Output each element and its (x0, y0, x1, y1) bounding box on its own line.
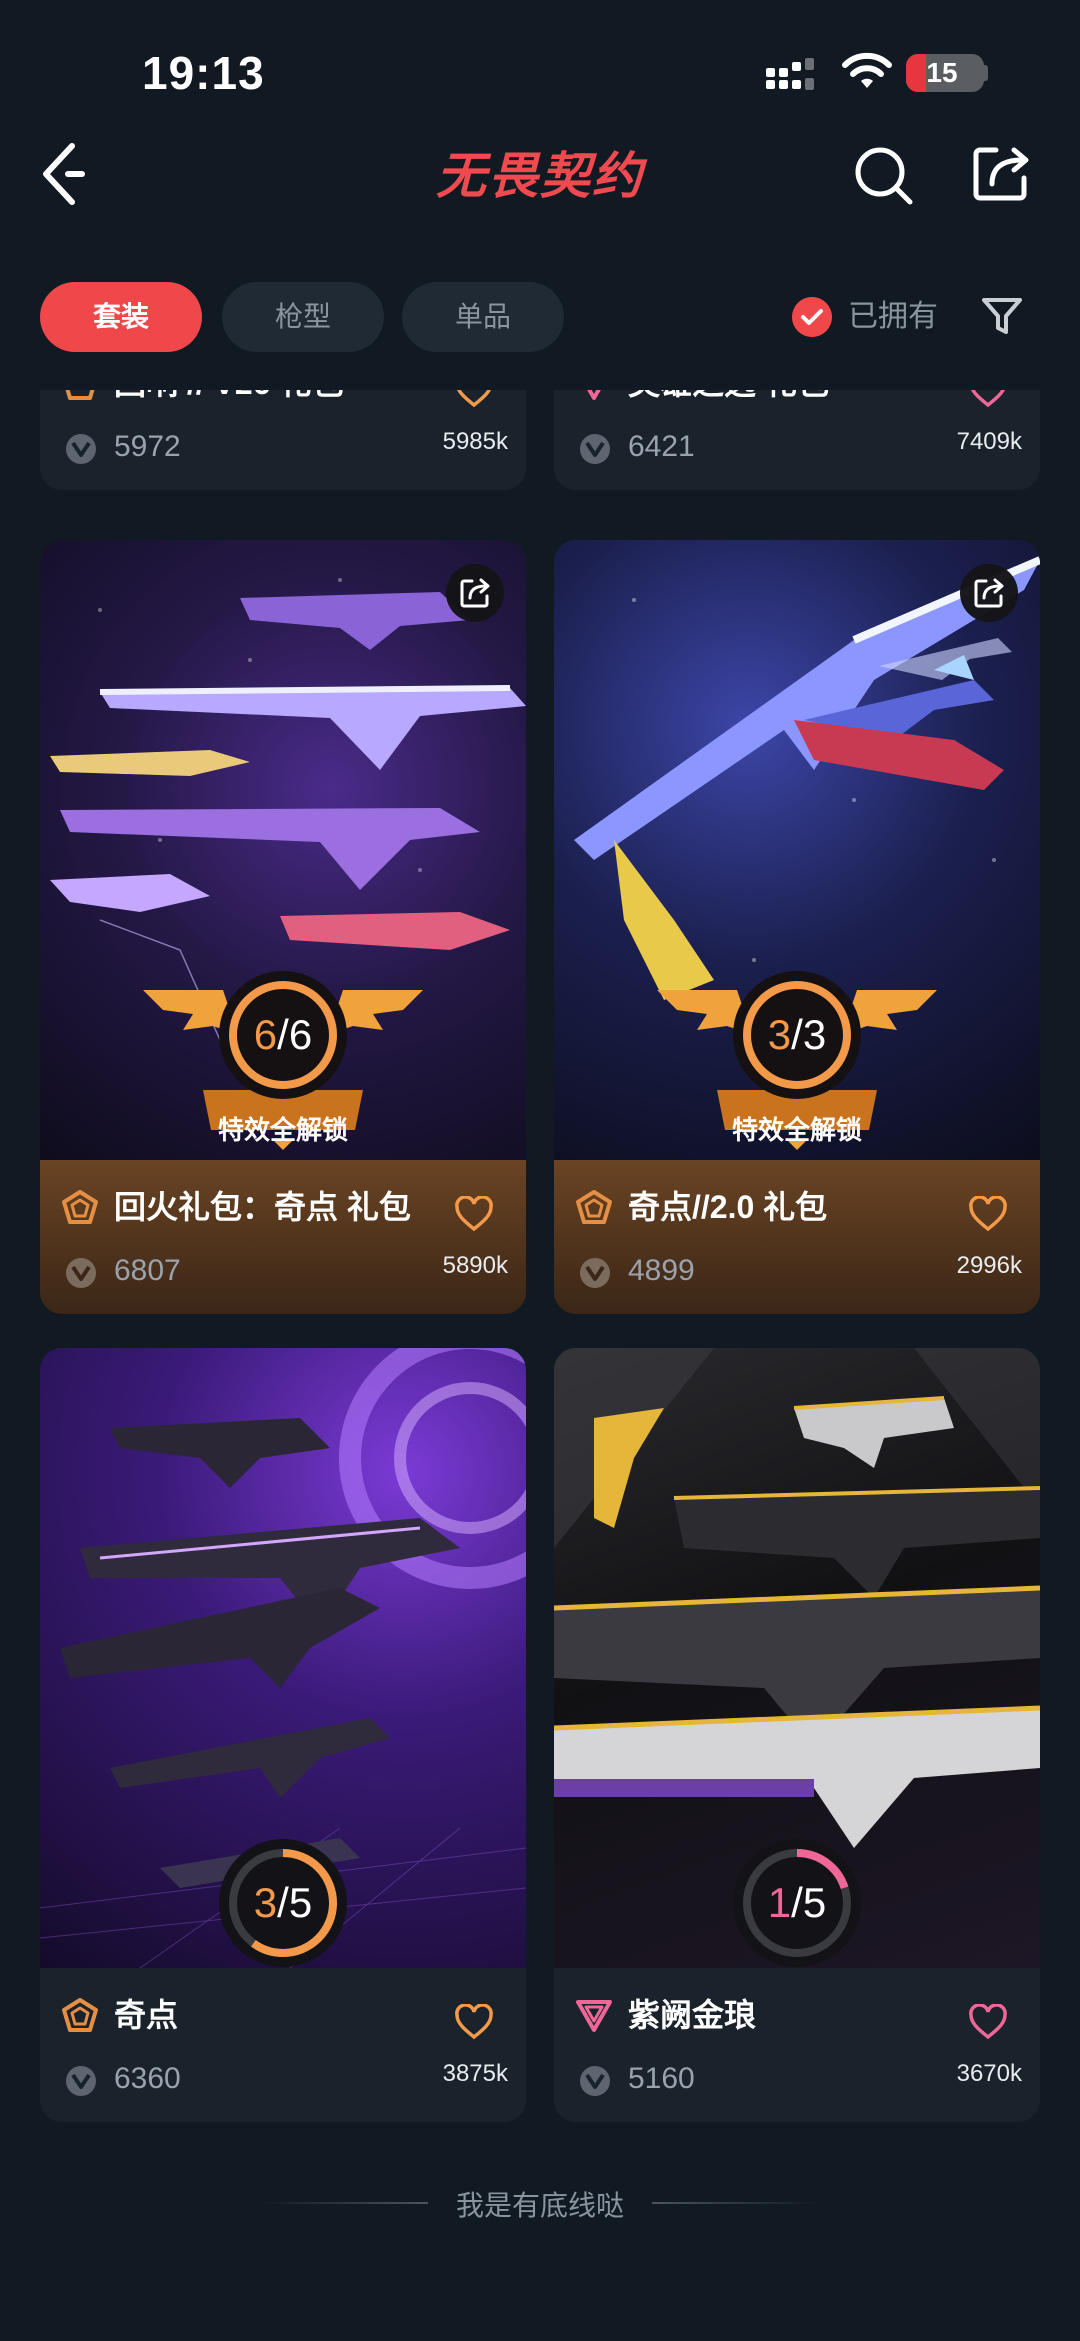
heart-icon[interactable] (968, 390, 1008, 408)
back-arrow-icon[interactable] (34, 136, 94, 212)
heart-icon[interactable] (454, 1196, 494, 1232)
valorant-points-icon (66, 2066, 96, 2096)
bundle-price: 5972 (114, 430, 181, 463)
owned-count: 3 (253, 1879, 278, 1926)
bundle-price: 6807 (114, 1254, 181, 1287)
tier-exclusive-icon (587, 390, 601, 400)
card-info: 紫阙金琅 5160 3670k (554, 1968, 1040, 2122)
bundle-card[interactable]: 英雄之选 礼包 6421 7409k (554, 390, 1040, 490)
like-count: 7409k (956, 428, 1022, 455)
like-count: 5890k (442, 1252, 508, 1279)
tab-single-items[interactable]: 单品 (402, 282, 564, 352)
owned-filter-label[interactable]: 已拥有 (848, 294, 938, 340)
bundle-card[interactable]: 6/6 特效全解锁 回火礼包：奇点 礼包 6807 5890k (40, 540, 526, 1314)
unlock-label: 特效全解锁 (217, 1115, 348, 1145)
app-logo: 无畏契约 (436, 147, 644, 205)
search-icon[interactable] (852, 144, 914, 206)
bundle-grid[interactable]: 回响 // V26 礼包 5972 5985k 英雄之选 礼包 (0, 390, 1080, 2341)
bundle-price: 4899 (628, 1254, 695, 1287)
tier-deluxe-icon (62, 1190, 98, 1224)
card-share-icon[interactable] (960, 564, 1018, 622)
card-info: 奇点 6360 3875k (40, 1968, 526, 2122)
tier-exclusive-icon (576, 2000, 612, 2032)
bundle-name: 奇点 (114, 1997, 179, 2033)
owned-checkbox-icon[interactable] (792, 297, 832, 337)
tier-deluxe-icon (576, 1190, 612, 1224)
card-info: 回响 // V26 礼包 5972 5985k (40, 390, 526, 490)
valorant-points-icon (66, 1258, 96, 1288)
like-count: 3875k (442, 2060, 508, 2087)
bundle-artwork: 6/6 特效全解锁 (40, 540, 526, 1160)
battery-percentage: 15 (926, 57, 958, 88)
bundle-card[interactable]: 3/3 特效全解锁 奇点//2.0 礼包 4899 2996k (554, 540, 1040, 1314)
heart-icon[interactable] (454, 2004, 494, 2040)
valorant-points-icon (580, 434, 610, 464)
bundle-card[interactable]: 回响 // V26 礼包 5972 5985k (40, 390, 526, 490)
bundle-name: 回火礼包：奇点 礼包 (114, 1189, 411, 1225)
tab-weapon-types[interactable]: 枪型 (222, 282, 384, 352)
progress-badge: 1/5 (732, 1838, 862, 1968)
total-count: 3 (802, 1011, 827, 1058)
like-count: 3670k (956, 2060, 1022, 2087)
status-bar: 19:13 15 (0, 0, 1080, 140)
heart-icon[interactable] (454, 390, 494, 408)
valorant-points-icon (580, 2066, 610, 2096)
bundle-card[interactable]: 1/5 紫阙金琅 5160 3670k (554, 1348, 1040, 2122)
tier-deluxe-icon (65, 390, 95, 400)
battery-cap (983, 65, 988, 81)
bundle-price: 5160 (628, 2062, 695, 2095)
footer-divider-right (652, 2202, 818, 2204)
share-icon[interactable] (970, 142, 1032, 204)
tab-bundles[interactable]: 套装 (40, 282, 202, 352)
like-count: 2996k (956, 1252, 1022, 1279)
card-info: 回火礼包：奇点 礼包 6807 5890k (40, 1160, 526, 1314)
progress-badge: 3/5 (218, 1838, 348, 1968)
filter-icon[interactable] (980, 294, 1024, 338)
bundle-artwork: 1/5 (554, 1348, 1040, 1968)
progress-count: 1/5 (767, 1879, 827, 1926)
bundle-price: 6360 (114, 2062, 181, 2095)
card-info: 英雄之选 礼包 6421 7409k (554, 390, 1040, 490)
card-share-icon[interactable] (446, 564, 504, 622)
unlock-badge: 6/6 特效全解锁 (143, 970, 423, 1160)
heart-icon[interactable] (968, 1196, 1008, 1232)
valorant-points-icon (580, 1258, 610, 1288)
end-of-list-text: 我是有底线哒 (455, 2190, 624, 2221)
total-count: 5 (802, 1879, 827, 1926)
progress-count: 6/6 (253, 1011, 313, 1058)
total-count: 6 (288, 1011, 313, 1058)
unlock-badge: 3/3 特效全解锁 (657, 970, 937, 1160)
battery-icon: 15 (906, 54, 984, 92)
bundle-name: 奇点//2.0 礼包 (628, 1189, 828, 1225)
valorant-points-icon (66, 434, 96, 464)
bundle-price: 6421 (628, 430, 695, 463)
cellular-signal-icon (766, 58, 814, 90)
bundle-card[interactable]: 3/5 奇点 6360 3875k (40, 1348, 526, 2122)
bundle-artwork: 3/5 (40, 1348, 526, 1968)
status-time: 19:13 (142, 47, 265, 99)
owned-count: 1 (767, 1879, 792, 1926)
bundle-name: 回响 // V26 礼包 (114, 390, 343, 404)
progress-count: 3/5 (253, 1879, 313, 1926)
owned-count: 6 (253, 1011, 278, 1058)
progress-count: 3/3 (767, 1011, 827, 1058)
card-info: 奇点//2.0 礼包 4899 2996k (554, 1160, 1040, 1314)
bundle-name: 紫阙金琅 (628, 1997, 757, 2033)
bundle-artwork: 3/3 特效全解锁 (554, 540, 1040, 1160)
tier-deluxe-icon (62, 1998, 98, 2032)
bundle-name: 英雄之选 礼包 (628, 390, 829, 404)
heart-icon[interactable] (968, 2004, 1008, 2040)
wifi-icon (842, 52, 892, 88)
unlock-label: 特效全解锁 (731, 1115, 862, 1145)
owned-count: 3 (767, 1011, 792, 1058)
total-count: 5 (288, 1879, 313, 1926)
like-count: 5985k (442, 428, 508, 455)
